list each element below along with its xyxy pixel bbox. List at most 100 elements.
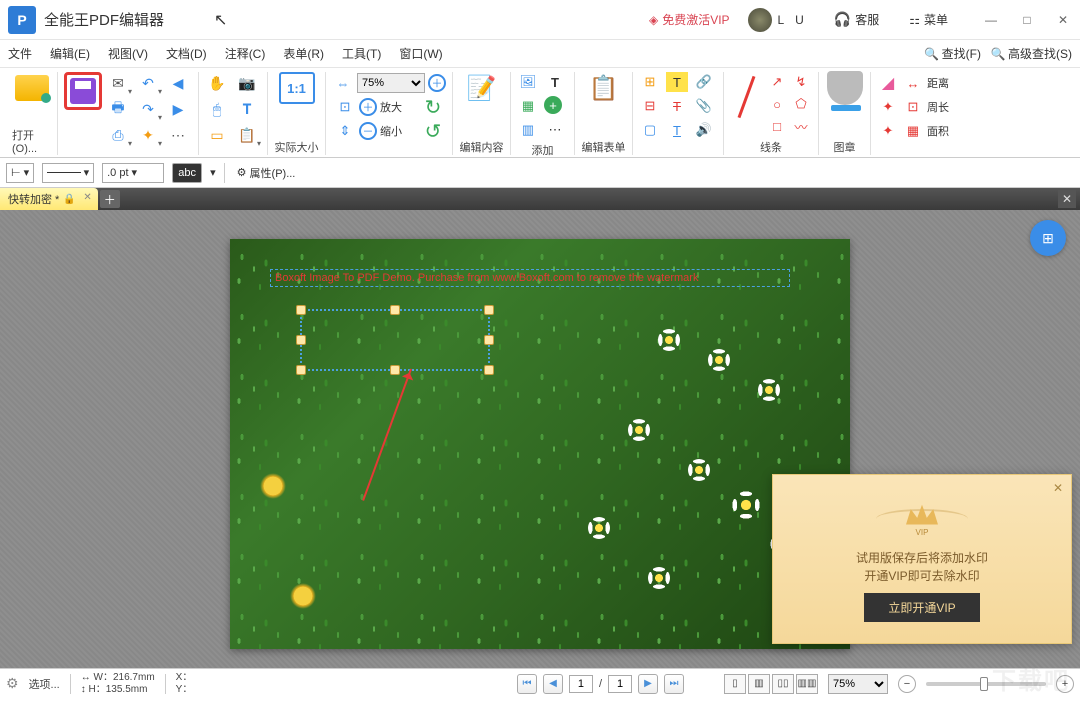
fit-page-button[interactable]: ⊡ <box>334 96 356 118</box>
text-select-tool[interactable]: 𝐓 <box>235 98 259 120</box>
resize-handle-bl[interactable] <box>296 365 306 375</box>
username-label[interactable]: L U <box>778 13 808 27</box>
two-page-view[interactable]: ▯▯ <box>772 674 794 694</box>
selection-box[interactable] <box>300 309 490 371</box>
tab-close-button[interactable]: ✕ <box>83 192 91 203</box>
page-current-input[interactable] <box>569 675 593 693</box>
find-button[interactable]: 🔍查找(F) <box>925 45 981 62</box>
area-tool[interactable]: ✦▦面积 <box>877 120 949 142</box>
hand-tool[interactable]: ✋ <box>205 72 229 94</box>
fit-height-button[interactable]: ⇕ <box>334 120 356 142</box>
line-dash-dropdown[interactable]: ▾ <box>42 163 94 183</box>
open-button[interactable] <box>14 72 50 104</box>
zoom-slider[interactable] <box>926 682 1046 686</box>
last-page-button[interactable]: ⏭ <box>664 674 684 694</box>
add-plus-button[interactable]: + <box>544 96 562 114</box>
square-tool[interactable]: □ <box>766 116 788 136</box>
prev-page-icon[interactable]: ◀ <box>166 72 190 94</box>
mail-button[interactable]: ✉▾ <box>106 72 130 94</box>
zoom-in-plus[interactable]: + <box>1056 675 1074 693</box>
callout-tool[interactable]: ⊟ <box>639 96 661 116</box>
prev-page-button[interactable]: ◀ <box>543 674 563 694</box>
textbox-tool[interactable]: ⊞ <box>639 72 661 92</box>
actual-size-button[interactable]: 1:1 <box>279 72 315 104</box>
menu-tools[interactable]: 工具(T) <box>342 45 381 62</box>
note-tool[interactable]: ▢ <box>639 120 661 140</box>
line-weight-dropdown[interactable]: .0 pt ▾ <box>102 163 164 183</box>
close-all-tabs-button[interactable]: ✕ <box>1058 190 1076 208</box>
snapshot-tool[interactable]: 📷 <box>235 72 259 94</box>
strikethrough-tool[interactable]: T <box>666 96 688 116</box>
resize-handle-ml[interactable] <box>296 335 306 345</box>
zoom-out-minus[interactable]: − <box>898 675 916 693</box>
options-button[interactable]: 选项... <box>29 676 60 692</box>
pdf-page[interactable]: Boxoft Image To PDF Demo. Purchase from … <box>230 239 850 649</box>
upgrade-vip-button[interactable]: 立即开通VIP <box>864 593 979 622</box>
resize-handle-br[interactable] <box>484 365 494 375</box>
highlight-text-tool[interactable]: T <box>666 72 688 92</box>
refresh-right-icon[interactable]: ↺ <box>422 120 444 142</box>
resize-handle-tr[interactable] <box>484 305 494 315</box>
menu-document[interactable]: 文档(D) <box>166 45 207 62</box>
sound-tool[interactable]: 🔊 <box>693 120 715 140</box>
resize-handle-bm[interactable] <box>390 365 400 375</box>
circle-tool[interactable]: ○ <box>766 94 788 114</box>
more-nav[interactable]: ⋯ <box>166 124 190 146</box>
add-more-button[interactable]: ⋯ <box>544 120 566 140</box>
link-tool[interactable]: 🔗 <box>693 72 715 92</box>
add-shape-button[interactable]: ▦ <box>517 96 539 116</box>
select-tool[interactable]: 🖱 <box>205 98 229 120</box>
first-page-button[interactable]: ⏮ <box>517 674 537 694</box>
zoom-select[interactable]: 75% <box>357 73 425 93</box>
undo-button[interactable]: ↶▾ <box>136 72 160 94</box>
minimize-button[interactable]: ― <box>982 13 1000 27</box>
support-button[interactable]: 🎧 客服 <box>830 9 883 30</box>
polygon-tool[interactable]: ⬠ <box>790 94 812 114</box>
menu-file[interactable]: 文件 <box>8 45 32 62</box>
add-text-button[interactable]: T <box>544 72 566 92</box>
document-tab-active[interactable]: 快转加密 * 🔒 ✕ <box>0 188 98 210</box>
next-page-button[interactable]: ▶ <box>638 674 658 694</box>
line-style-dropdown[interactable]: ⊢ ▾ <box>6 163 34 183</box>
advanced-find-button[interactable]: 🔍高级查找(S) <box>991 45 1072 62</box>
pencil-line-tool[interactable] <box>730 72 762 122</box>
refresh-left-icon[interactable]: ↻ <box>422 96 444 118</box>
text-style-button[interactable]: abc <box>172 163 202 183</box>
redo-button[interactable]: ↷▾ <box>136 98 160 120</box>
cloud-tool[interactable]: 〰 <box>790 116 812 136</box>
clipboard-tool[interactable]: 📋▾ <box>235 124 259 146</box>
properties-button[interactable]: ⚙属性(P)... <box>233 163 300 183</box>
new-button[interactable]: ✦▾ <box>136 124 160 146</box>
vip-activate-link[interactable]: ◈ 免费激活VIP <box>649 11 730 28</box>
single-page-view[interactable]: ▯ <box>724 674 746 694</box>
menu-view[interactable]: 视图(V) <box>108 45 148 62</box>
resize-handle-tm[interactable] <box>390 305 400 315</box>
underline-tool[interactable]: T <box>666 120 688 140</box>
menu-window[interactable]: 窗口(W) <box>399 45 442 62</box>
arrow-tool[interactable]: ↗ <box>766 72 788 92</box>
save-button[interactable] <box>70 78 96 104</box>
zoom-out-button[interactable]: － <box>359 122 377 140</box>
zoom-in-icon[interactable]: ＋ <box>428 74 446 92</box>
abc-dropdown[interactable]: ▾ <box>210 166 216 179</box>
close-button[interactable]: ✕ <box>1054 13 1072 27</box>
print-button[interactable]: 🖶 <box>106 98 130 120</box>
menu-form[interactable]: 表单(R) <box>283 45 324 62</box>
zoom-in-button[interactable]: ＋ <box>359 98 377 116</box>
floating-tool-badge[interactable]: ⊞ <box>1030 220 1066 256</box>
menu-comment[interactable]: 注释(C) <box>225 45 266 62</box>
toast-close-button[interactable]: ✕ <box>1053 481 1063 495</box>
attach-tool[interactable]: 📎 <box>693 96 715 116</box>
watermark-text-box[interactable]: Boxoft Image To PDF Demo. Purchase from … <box>270 269 790 287</box>
settings-gear-icon[interactable]: ⚙ <box>6 675 19 692</box>
zoom-slider-thumb[interactable] <box>980 677 988 691</box>
continuous-view[interactable]: ▥ <box>748 674 770 694</box>
add-image-button[interactable]: 🖼 <box>517 72 539 92</box>
menu-edit[interactable]: 编辑(E) <box>50 45 90 62</box>
add-tab-button[interactable]: ＋ <box>100 190 120 208</box>
canvas-area[interactable]: ⊞ Boxoft Image To PDF Demo. Purchase fro… <box>0 210 1080 668</box>
edit-form-button[interactable]: 📋 <box>586 72 622 104</box>
highlight-tool[interactable]: ▭ <box>205 124 229 146</box>
perimeter-tool[interactable]: ✦⊡周长 <box>877 96 949 118</box>
maximize-button[interactable]: □ <box>1018 13 1036 27</box>
